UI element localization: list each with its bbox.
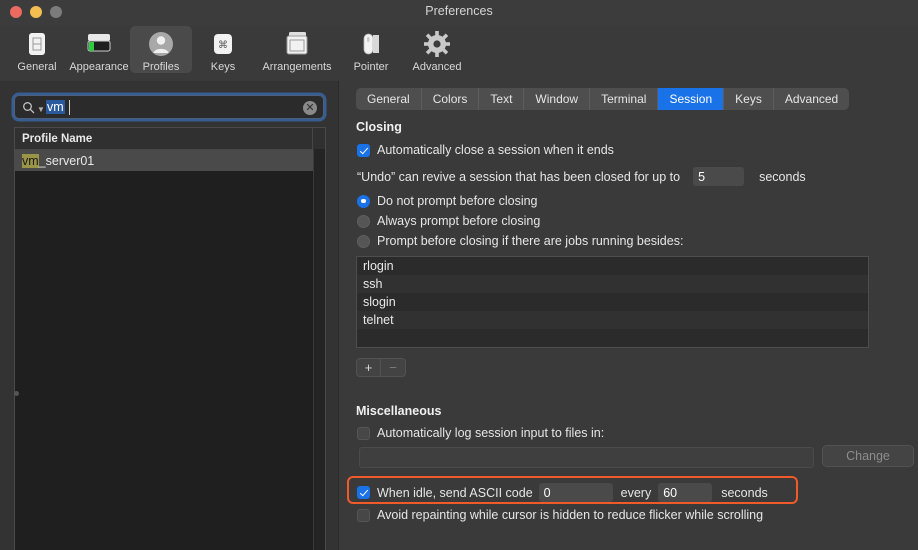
toolbar-item-label: Arrangements: [262, 61, 332, 73]
do-not-prompt-radio[interactable]: [357, 194, 370, 208]
toolbar-item-pointer[interactable]: Pointer: [340, 26, 402, 73]
toolbar-item-keys[interactable]: ⌘ Keys: [192, 26, 254, 73]
keys-icon: ⌘: [208, 29, 238, 59]
profile-list-scrollbar[interactable]: [313, 149, 325, 550]
svg-text:⌘: ⌘: [218, 40, 228, 51]
pointer-icon: [356, 29, 386, 59]
title-bar: Preferences: [0, 0, 918, 27]
miscellaneous-section-heading: Miscellaneous: [356, 404, 442, 418]
profiles-sidebar: ▼ vm ✕ Profile Name vm_server01 Tags > +…: [0, 81, 339, 550]
search-value: vm: [46, 100, 65, 114]
auto-log-label: Automatically log session input to files…: [377, 426, 605, 440]
idle-ascii-checkbox[interactable]: [357, 486, 370, 499]
tab-terminal[interactable]: Terminal: [590, 88, 659, 110]
toolbar-item-arrangements[interactable]: Arrangements: [254, 26, 340, 73]
idle-seconds-unit: seconds: [721, 485, 768, 500]
jobs-list-row[interactable]: telnet: [357, 311, 868, 329]
prompt-if-jobs-radio[interactable]: [357, 234, 370, 248]
text-caret: [69, 100, 70, 115]
jobs-list-row[interactable]: ssh: [357, 275, 868, 293]
radio-row-always-prompt[interactable]: Always prompt before closing: [357, 214, 540, 228]
toolbar-item-profiles[interactable]: Profiles: [130, 26, 192, 73]
sidebar-resize-handle[interactable]: [14, 391, 19, 396]
avoid-repaint-label: Avoid repainting while cursor is hidden …: [377, 508, 764, 522]
avoid-repaint-checkbox[interactable]: [357, 508, 370, 522]
jobs-list-row[interactable]: slogin: [357, 293, 868, 311]
settings-tab-bar: General Colors Text Window Terminal Sess…: [356, 88, 850, 110]
tab-colors[interactable]: Colors: [422, 88, 480, 110]
jobs-list[interactable]: rlogin ssh slogin telnet: [356, 256, 869, 348]
auto-log-checkbox[interactable]: [357, 426, 370, 440]
profile-list-header: Profile Name: [15, 128, 325, 150]
toolbar-item-advanced[interactable]: Advanced: [402, 26, 472, 73]
toolbar-item-label: Appearance: [69, 61, 129, 73]
closing-section-heading: Closing: [356, 120, 402, 134]
profile-list-row[interactable]: vm _server01: [15, 150, 325, 171]
always-prompt-label: Always prompt before closing: [377, 214, 541, 228]
clear-icon[interactable]: ✕: [303, 101, 317, 115]
idle-ascii-code-input[interactable]: 0: [538, 483, 613, 502]
auto-close-checkbox-row[interactable]: Automatically close a session when it en…: [357, 143, 614, 157]
general-icon: [22, 29, 52, 59]
tab-window[interactable]: Window: [524, 88, 591, 110]
search-icon: [22, 101, 35, 119]
search-row: ▼ vm ✕: [14, 95, 324, 119]
undo-revive-label: “Undo” can revive a session that has bee…: [357, 169, 681, 184]
undo-seconds-input[interactable]: 5: [693, 167, 745, 186]
auto-close-label: Automatically close a session when it en…: [377, 143, 614, 157]
avoid-repaint-row[interactable]: Avoid repainting while cursor is hidden …: [357, 508, 763, 522]
arrangements-icon: [282, 29, 312, 59]
idle-every-label: every: [620, 485, 652, 500]
toolbar-item-appearance[interactable]: Appearance: [68, 26, 130, 73]
remove-job-button[interactable]: −: [381, 358, 406, 377]
add-job-button[interactable]: +: [356, 358, 381, 377]
jobs-list-buttons: + −: [356, 358, 406, 377]
log-path-input[interactable]: [359, 447, 814, 468]
profiles-icon: [146, 29, 176, 59]
tab-keys[interactable]: Keys: [724, 88, 774, 110]
appearance-icon: [84, 29, 114, 59]
prompt-if-jobs-label: Prompt before closing if there are jobs …: [377, 234, 684, 248]
radio-row-prompt-if-jobs[interactable]: Prompt before closing if there are jobs …: [357, 234, 683, 248]
idle-ascii-label: When idle, send ASCII code: [377, 485, 533, 500]
toolbar-item-label: Advanced: [412, 61, 462, 73]
profile-list[interactable]: Profile Name vm _server01: [14, 127, 326, 550]
toolbar-item-label: Profiles: [142, 61, 180, 73]
search-input[interactable]: ▼ vm ✕: [14, 95, 324, 119]
toolbar-item-label: Keys: [210, 61, 236, 73]
radio-row-do-not-prompt[interactable]: Do not prompt before closing: [357, 194, 538, 208]
undo-revive-row: “Undo” can revive a session that has bee…: [357, 167, 806, 186]
always-prompt-radio[interactable]: [357, 214, 370, 228]
idle-ascii-row[interactable]: When idle, send ASCII code 0 every 60 se…: [357, 483, 768, 502]
toolbar-item-general[interactable]: General: [6, 26, 68, 73]
jobs-list-empty-row: [357, 329, 868, 347]
auto-log-checkbox-row[interactable]: Automatically log session input to files…: [357, 426, 604, 440]
tab-session[interactable]: Session: [658, 88, 725, 110]
undo-seconds-unit: seconds: [759, 169, 806, 184]
profile-name-match: vm: [22, 153, 39, 168]
advanced-icon: [422, 29, 452, 59]
idle-interval-input[interactable]: 60: [658, 483, 713, 502]
profile-name-rest: _server01: [38, 153, 95, 168]
column-resize-grip[interactable]: [312, 128, 325, 149]
preferences-window: Preferences General Appearance Profiles …: [0, 0, 918, 550]
window-title: Preferences: [425, 4, 493, 18]
toolbar-item-label: General: [17, 61, 57, 73]
chevron-down-icon[interactable]: ▼: [37, 105, 45, 114]
session-settings-panel: General Colors Text Window Terminal Sess…: [339, 81, 918, 550]
preferences-toolbar: General Appearance Profiles ⌘ Keys Arran…: [0, 26, 918, 82]
change-button[interactable]: Change: [822, 445, 914, 467]
column-header-profile-name: Profile Name: [22, 132, 93, 145]
jobs-list-row[interactable]: rlogin: [357, 257, 868, 275]
toolbar-item-label: Pointer: [353, 61, 389, 73]
tab-general[interactable]: General: [356, 88, 422, 110]
auto-close-checkbox[interactable]: [357, 143, 370, 157]
do-not-prompt-label: Do not prompt before closing: [377, 194, 538, 208]
tab-text[interactable]: Text: [479, 88, 525, 110]
tab-advanced[interactable]: Advanced: [774, 88, 849, 110]
